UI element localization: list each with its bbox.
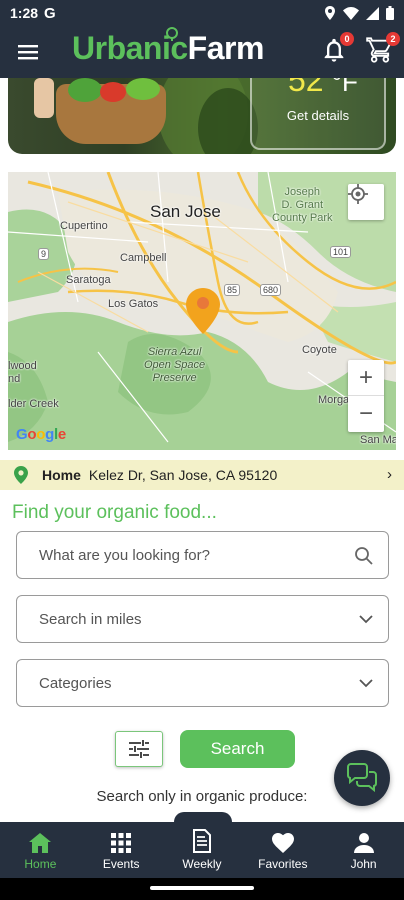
weather-temperature: 52 °F xyxy=(288,78,358,99)
search-input[interactable] xyxy=(39,546,329,564)
map-label-los-gatos: Los Gatos xyxy=(108,298,159,310)
map-label-elder-creek: lder Creek xyxy=(8,398,59,410)
google-logo: Google xyxy=(16,426,66,443)
search-icon[interactable] xyxy=(354,546,374,566)
zoom-out-button[interactable]: − xyxy=(348,396,384,432)
map-view[interactable]: San Jose Joseph D. Grant County Park Cup… xyxy=(8,172,396,450)
map-label-highway-680: 680 xyxy=(260,284,282,296)
map-label-sierra-azul: Sierra Azul Open Space Preserve xyxy=(144,346,206,384)
search-section-title: Find your organic food... xyxy=(12,502,217,523)
my-location-button[interactable] xyxy=(348,184,384,220)
cart-button[interactable]: 2 xyxy=(366,32,400,66)
home-icon xyxy=(29,833,52,853)
miles-select[interactable]: Search in miles xyxy=(16,595,389,643)
miles-select-value: Search in miles xyxy=(39,610,142,628)
weather-card[interactable]: 52 °F Get details xyxy=(250,78,386,150)
map-label-highway-101: 101 xyxy=(330,246,352,258)
grid-icon xyxy=(111,833,132,853)
google-logo-letter: e xyxy=(57,426,66,443)
app-header: UrbanicFarm 0 2 xyxy=(0,26,404,78)
menu-button[interactable] xyxy=(0,26,56,78)
map-label-coyote: Coyote xyxy=(302,344,337,356)
zoom-in-button[interactable]: + xyxy=(348,360,384,396)
location-icon xyxy=(325,6,335,20)
notifications-badge: 0 xyxy=(340,32,354,46)
crosshair-icon xyxy=(348,184,368,204)
map-label-cupertino: Cupertino xyxy=(60,220,108,232)
nav-home-label: Home xyxy=(24,857,57,871)
nav-events-label: Events xyxy=(102,857,140,871)
person-icon xyxy=(353,833,374,853)
notifications-button[interactable]: 0 xyxy=(320,32,354,66)
cart-badge: 2 xyxy=(386,32,400,46)
nav-weekly-label: Weekly xyxy=(182,857,222,871)
nav-weekly[interactable]: Weekly xyxy=(162,822,243,878)
chevron-down-icon xyxy=(359,615,373,624)
nav-profile[interactable]: John xyxy=(323,822,404,878)
map-label-campbell: Campbell xyxy=(120,252,167,264)
nav-profile-label: John xyxy=(350,857,377,871)
nav-home[interactable]: Home xyxy=(0,822,81,878)
map-pin-icon[interactable] xyxy=(186,288,220,334)
banner-vegetable xyxy=(68,78,102,102)
address-bar[interactable]: Home Kelez Dr, San Jose, CA 95120 › xyxy=(0,460,404,490)
bottom-navigation: Home Events Weekly Favorites John xyxy=(0,822,404,878)
map-label-wood: lwood nd xyxy=(8,360,37,385)
pin-leaf-icon xyxy=(166,27,178,41)
chevron-down-icon xyxy=(359,679,373,688)
status-bar: 1:28 G xyxy=(0,0,404,26)
heart-icon xyxy=(271,833,294,853)
nav-favorites-label: Favorites xyxy=(258,857,308,871)
map-label-highway-85: 85 xyxy=(224,284,241,296)
zoom-controls: + − xyxy=(348,360,384,432)
weather-banner: 52 °F Get details xyxy=(8,78,396,154)
nav-events[interactable]: Events xyxy=(81,822,162,878)
map-label-grant-park: Joseph D. Grant County Park xyxy=(272,186,333,224)
document-icon xyxy=(192,829,211,853)
map-label-san-martin: San Ma xyxy=(360,434,396,446)
map-label-san-jose: San Jose xyxy=(150,202,221,221)
categories-select-value: Categories xyxy=(39,674,112,692)
location-pin-icon xyxy=(14,466,28,484)
battery-icon xyxy=(386,6,394,20)
banner-vegetable xyxy=(100,82,126,102)
signal-icon xyxy=(366,6,379,20)
address-value: Kelez Dr, San Jose, CA 95120 xyxy=(88,467,278,483)
status-icons xyxy=(324,6,394,20)
categories-select[interactable]: Categories xyxy=(16,659,389,707)
search-button[interactable]: Search xyxy=(180,730,295,768)
address-label: Home xyxy=(42,467,81,483)
logo-text-farm: Farm xyxy=(187,30,265,66)
temperature-unit: °F xyxy=(331,78,358,97)
hamburger-icon xyxy=(18,45,38,60)
google-logo-letter: o xyxy=(27,426,37,443)
status-time: 1:28 xyxy=(10,5,39,21)
search-query-field[interactable] xyxy=(16,531,389,579)
google-logo-letter: o xyxy=(36,426,46,443)
map-label-saratoga: Saratoga xyxy=(66,274,111,286)
system-gesture-bar xyxy=(0,878,404,900)
weather-details-link[interactable]: Get details xyxy=(252,108,384,123)
google-logo-letter: G xyxy=(16,426,28,443)
sliders-icon xyxy=(129,740,149,758)
filter-button[interactable] xyxy=(115,731,163,767)
google-logo-letter: g xyxy=(45,426,54,443)
map-label-highway-9: 9 xyxy=(38,248,50,260)
organic-only-label: Search only in organic produce: xyxy=(96,788,308,805)
wifi-icon xyxy=(343,6,359,20)
banner-vegetable xyxy=(126,78,160,100)
google-g-icon: G xyxy=(44,4,56,22)
nav-favorites[interactable]: Favorites xyxy=(242,822,323,878)
home-gesture-pill[interactable] xyxy=(150,886,254,890)
chevron-right-icon: › xyxy=(387,466,392,483)
temperature-value: 52 xyxy=(288,78,324,98)
banner-person-arm xyxy=(34,78,54,118)
banner-foliage xyxy=(198,88,258,154)
